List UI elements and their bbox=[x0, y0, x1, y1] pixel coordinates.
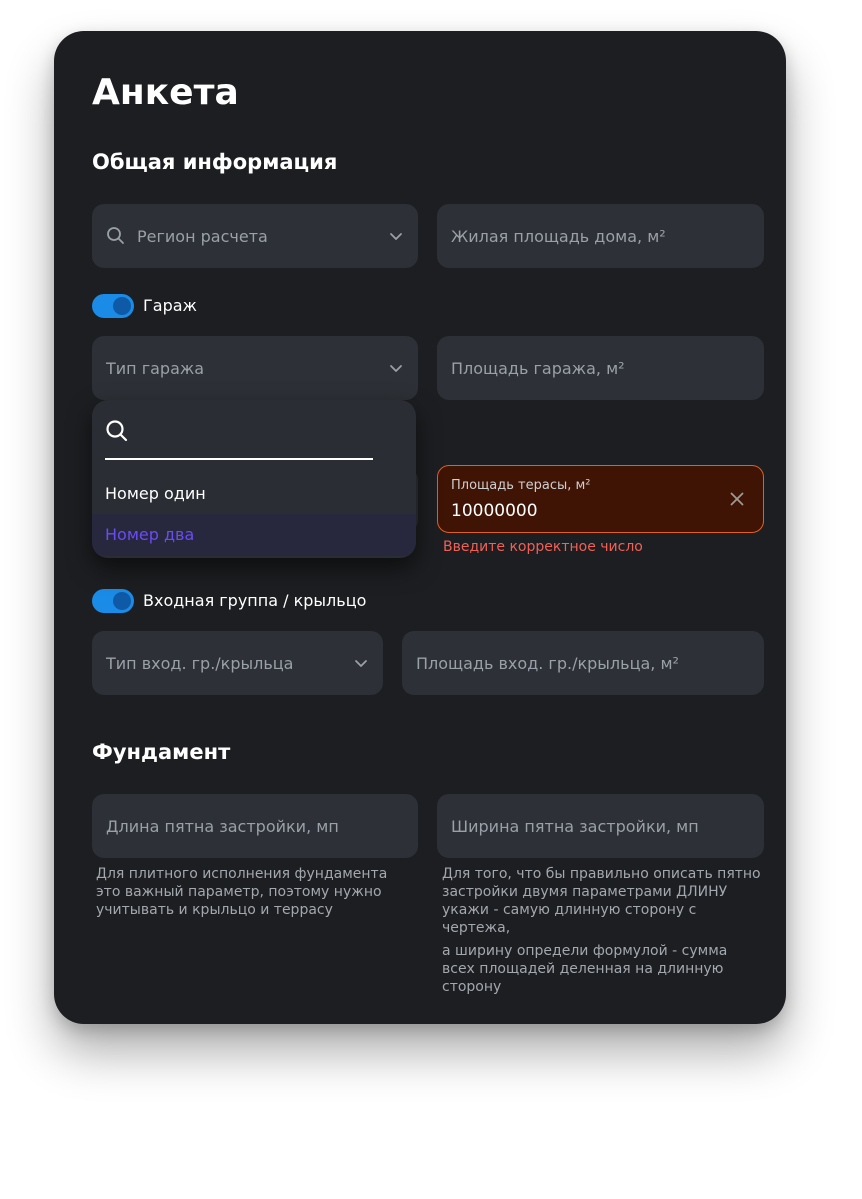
search-icon bbox=[106, 420, 128, 442]
terrace-area-value[interactable]: 10000000 bbox=[451, 501, 538, 521]
entrance-type-placeholder: Тип вход. гр./крыльца bbox=[106, 653, 294, 673]
footprint-width-help-1: Для того, что бы правильно описать пятно… bbox=[442, 866, 761, 936]
entrance-area-input[interactable]: Площадь вход. гр./крыльца, м² bbox=[402, 631, 764, 695]
section-heading-foundation: Фундамент bbox=[92, 740, 231, 764]
garage-type-dropdown: Номер один Номер два bbox=[92, 400, 416, 558]
footprint-width-input[interactable]: Ширина пятна застройки, мп bbox=[437, 794, 764, 858]
entrance-area-placeholder: Площадь вход. гр./крыльца, м² bbox=[416, 653, 679, 673]
chevron-down-icon[interactable] bbox=[388, 360, 404, 376]
garage-area-placeholder: Площадь гаража, м² bbox=[451, 358, 625, 378]
chevron-down-icon[interactable] bbox=[388, 228, 404, 244]
terrace-area-label: Площадь терасы, м² bbox=[451, 478, 591, 493]
dropdown-search-input[interactable] bbox=[138, 419, 368, 445]
entrance-type-select[interactable]: Тип вход. гр./крыльца bbox=[92, 631, 383, 695]
living-area-placeholder: Жилая площадь дома, м² bbox=[451, 226, 666, 246]
garage-toggle[interactable] bbox=[92, 294, 134, 318]
section-heading-general: Общая информация bbox=[92, 150, 338, 174]
living-area-input[interactable]: Жилая площадь дома, м² bbox=[437, 204, 764, 268]
entrance-toggle-knob bbox=[113, 592, 131, 610]
terrace-area-input[interactable]: Площадь терасы, м² 10000000 bbox=[437, 465, 764, 533]
garage-toggle-knob bbox=[113, 297, 131, 315]
dropdown-option[interactable]: Номер один bbox=[92, 473, 416, 515]
garage-type-placeholder: Тип гаража bbox=[106, 358, 205, 378]
footprint-width-help-2: а ширину определи формулой - сумма всех … bbox=[442, 943, 728, 995]
page-title: Анкета bbox=[92, 72, 239, 113]
region-placeholder: Регион расчета bbox=[137, 226, 268, 246]
dropdown-search-underline bbox=[105, 458, 373, 460]
terrace-error-message: Введите корректное число bbox=[443, 539, 643, 555]
search-icon bbox=[107, 227, 124, 244]
dropdown-option-highlighted[interactable]: Номер два bbox=[92, 514, 416, 556]
close-icon[interactable] bbox=[730, 492, 744, 506]
chevron-down-icon[interactable] bbox=[353, 655, 369, 671]
garage-area-input[interactable]: Площадь гаража, м² bbox=[437, 336, 764, 400]
region-select[interactable]: Регион расчета bbox=[92, 204, 418, 268]
entrance-toggle[interactable] bbox=[92, 589, 134, 613]
garage-toggle-label: Гараж bbox=[143, 296, 197, 315]
garage-type-select[interactable]: Тип гаража bbox=[92, 336, 418, 400]
footprint-length-input[interactable]: Длина пятна застройки, мп bbox=[92, 794, 418, 858]
footprint-length-help: Для плитного исполнения фундамента это в… bbox=[96, 866, 388, 918]
footprint-length-placeholder: Длина пятна застройки, мп bbox=[106, 816, 339, 836]
footprint-width-placeholder: Ширина пятна застройки, мп bbox=[451, 816, 699, 836]
form-card: Анкета Общая информация Регион расчета Ж… bbox=[54, 31, 786, 1024]
entrance-toggle-label: Входная группа / крыльцо bbox=[143, 591, 367, 610]
